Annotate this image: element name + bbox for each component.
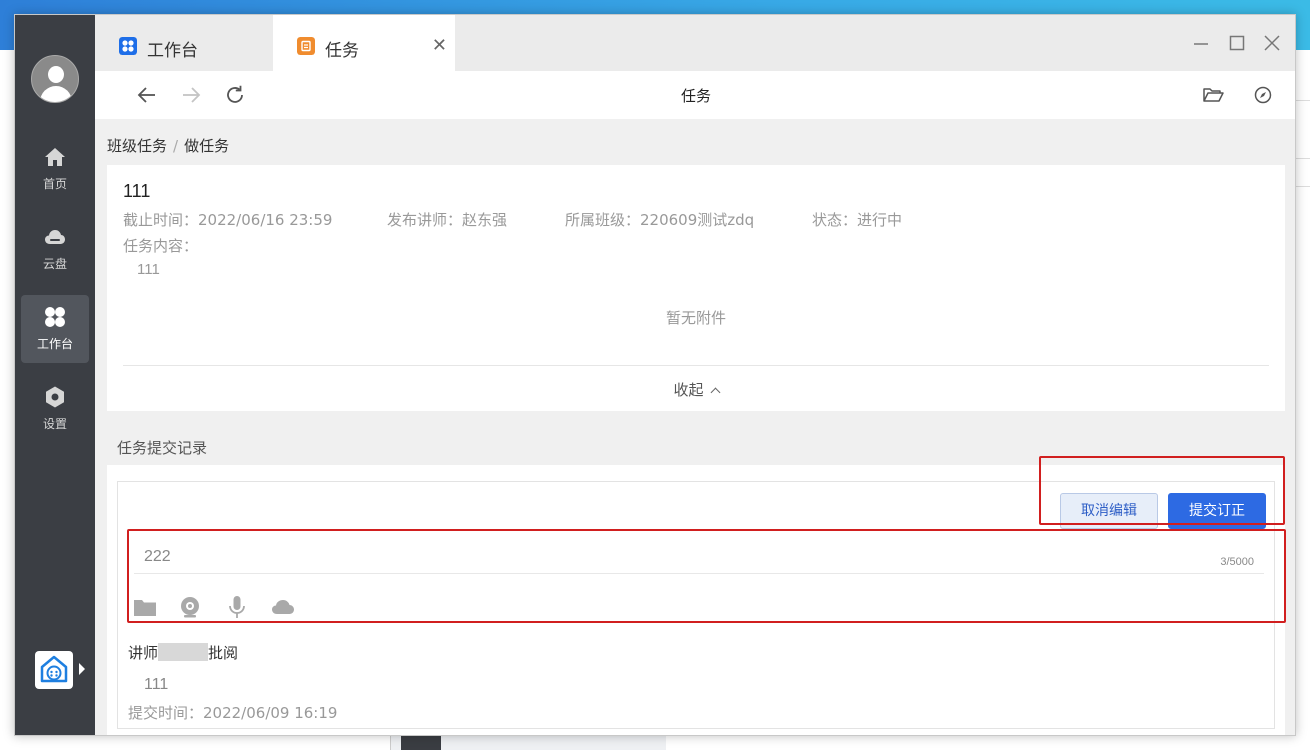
sidebar-item-label: 云盘	[42, 257, 67, 271]
no-attachment-text: 暂无附件	[665, 309, 726, 327]
expand-arrow-icon[interactable]	[79, 663, 85, 675]
sidebar-item-workbench[interactable]: 工作台	[21, 295, 89, 363]
main-content: 班级任务 / 做任务 111 截止时间：2022/06/16 23:59 发布讲师：…	[95, 119, 1295, 735]
compass-icon[interactable]	[1251, 83, 1275, 107]
assistant-button[interactable]	[35, 651, 73, 689]
background-divider	[1296, 100, 1310, 101]
task-icon	[297, 37, 315, 55]
background-taskbar-fragment	[390, 735, 666, 750]
tab-bar: 工作台 任务 ✕	[95, 15, 1295, 71]
task-deadline: 截止时间：2022/06/16 23:59	[123, 211, 333, 229]
close-tab-icon[interactable]: ✕	[432, 35, 447, 56]
cloud-icon	[45, 230, 65, 244]
sidebar: 首页 云盘 工作台 设置	[15, 15, 95, 735]
reviewer-prefix: 讲师	[128, 644, 159, 662]
close-window-icon[interactable]	[1262, 33, 1282, 53]
task-content-label: 任务内容：	[123, 237, 199, 255]
settings-icon	[46, 386, 64, 408]
highlight-box-editor	[127, 529, 1286, 623]
user-avatar[interactable]	[31, 55, 79, 103]
tab-label: 工作台	[147, 41, 198, 61]
grid-app-icon	[119, 37, 137, 55]
redacted-name	[158, 643, 209, 661]
chevron-up-icon	[710, 387, 720, 398]
sidebar-item-home[interactable]: 首页	[21, 135, 89, 203]
minimize-icon[interactable]	[1191, 33, 1211, 53]
background-divider	[1296, 158, 1310, 159]
assistant-icon	[40, 655, 68, 683]
tab-task[interactable]: 任务 ✕	[273, 15, 455, 71]
folder-open-icon[interactable]	[1201, 83, 1225, 107]
breadcrumb-do-task: 做任务	[184, 137, 230, 155]
sidebar-item-label: 设置	[42, 417, 67, 431]
breadcrumb: 班级任务 / 做任务	[107, 135, 229, 156]
sidebar-item-label: 工作台	[36, 337, 73, 351]
task-title: 111	[123, 181, 151, 201]
collapse-label: 收起	[673, 381, 704, 399]
background-divider	[1296, 186, 1310, 187]
breadcrumb-separator: /	[173, 137, 179, 155]
highlight-box-buttons	[1039, 456, 1285, 525]
sidebar-item-cloud[interactable]: 云盘	[21, 215, 89, 283]
task-detail-card: 111 截止时间：2022/06/16 23:59 发布讲师：赵东强 所属班级：…	[107, 165, 1285, 411]
tab-workbench[interactable]: 工作台	[95, 15, 273, 71]
task-teacher: 发布讲师：赵东强	[387, 211, 508, 229]
submission-records-title: 任务提交记录	[117, 439, 208, 457]
task-content: 111	[137, 261, 160, 278]
home-icon	[45, 148, 65, 166]
task-status: 状态：进行中	[812, 211, 903, 229]
breadcrumb-class-tasks[interactable]: 班级任务	[107, 137, 167, 155]
navigation-bar: 任务	[95, 71, 1295, 119]
task-class: 所属班级：220609测试zdq	[565, 211, 755, 229]
workbench-icon	[45, 307, 65, 327]
background-avatar-fragment	[401, 735, 441, 750]
task-window: 首页 云盘 工作台 设置 工作台 任务 ✕ 任务 班级任务 / 做任务 111 …	[14, 14, 1296, 736]
sidebar-item-label: 首页	[42, 177, 67, 191]
submission-content: 111	[144, 676, 169, 693]
maximize-icon[interactable]	[1227, 33, 1247, 53]
page-title: 任务	[680, 87, 711, 105]
reviewer-suffix: 批阅	[208, 644, 239, 662]
collapse-toggle[interactable]: 收起	[107, 379, 1285, 400]
tab-label: 任务	[325, 41, 359, 61]
sidebar-item-settings[interactable]: 设置	[21, 375, 89, 443]
submit-time: 提交时间：2022/06/09 16:19	[128, 704, 338, 722]
divider	[123, 365, 1269, 366]
reviewer-line: 讲师 批阅	[128, 642, 238, 663]
